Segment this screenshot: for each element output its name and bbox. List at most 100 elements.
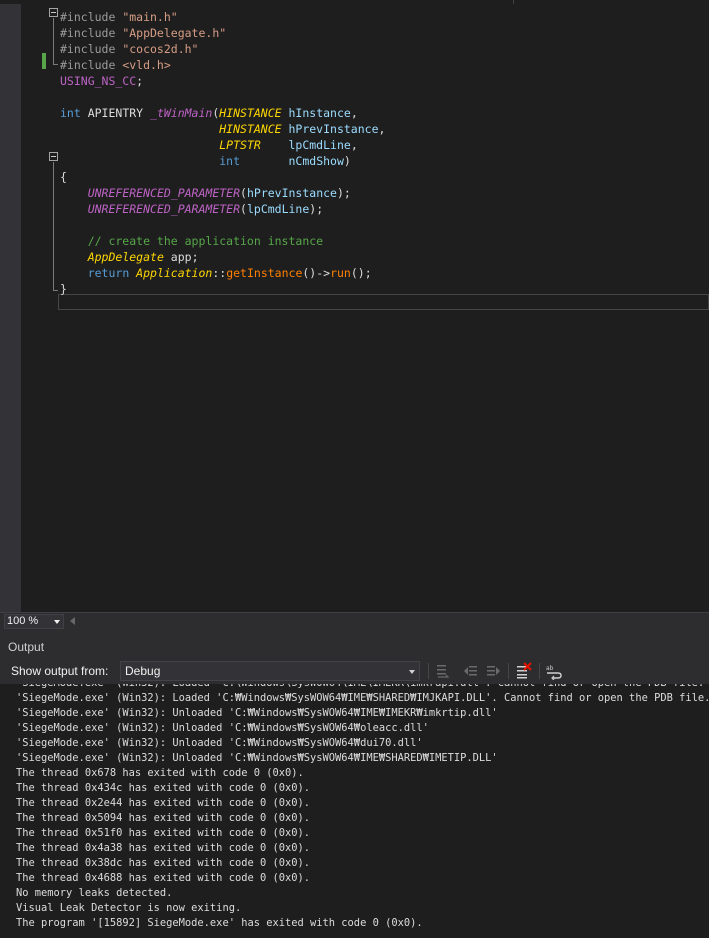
code-line[interactable]: int APIENTRY _tWinMain(HINSTANCE hInstan… xyxy=(60,105,358,121)
code-token: UNREFERENCED_PARAMETER xyxy=(87,186,241,200)
code-token: ) xyxy=(343,154,351,168)
code-line[interactable]: #include "cocos2d.h" xyxy=(60,41,198,57)
clear-all-button[interactable] xyxy=(515,662,533,680)
code-line[interactable]: } xyxy=(60,281,67,297)
chevron-down-icon xyxy=(409,670,415,674)
code-token: UNREFERENCED_PARAMETER xyxy=(87,202,241,216)
svg-text:ab: ab xyxy=(546,665,554,672)
code-line[interactable]: #include "main.h" xyxy=(60,9,178,25)
code-token: // create the application instance xyxy=(60,234,324,248)
code-line[interactable]: int nCmdShow) xyxy=(60,153,351,169)
code-token: APIENTRY xyxy=(87,106,151,120)
clear-all-icon xyxy=(517,662,532,679)
code-token: "cocos2d.h" xyxy=(122,42,199,56)
code-token: , xyxy=(350,138,358,152)
next-message-button[interactable] xyxy=(484,662,502,680)
change-tracking-bar xyxy=(42,53,46,69)
code-token: , xyxy=(378,122,386,136)
toolbar-separator xyxy=(539,663,540,679)
output-line: The thread 0x51f0 has exited with code 0… xyxy=(16,827,311,839)
code-line[interactable]: HINSTANCE hPrevInstance, xyxy=(60,121,385,137)
code-token: AppDelegate xyxy=(87,250,164,264)
toolbar-separator xyxy=(428,663,429,679)
code-token: nCmdShow xyxy=(240,154,344,168)
code-token: , xyxy=(350,106,358,120)
output-line: 'SiegeMode.exe' (Win32): Unloaded 'C:₩Wi… xyxy=(16,722,429,734)
code-line[interactable]: #include "AppDelegate.h" xyxy=(60,25,226,41)
code-token: return xyxy=(87,266,137,280)
code-token: USING_NS_CC xyxy=(60,74,137,88)
code-token: LPTSTR xyxy=(219,138,261,152)
glyph-margin[interactable] xyxy=(0,4,21,612)
output-source-value: Debug xyxy=(125,664,161,678)
output-line: 'SiegeMode.exe' (Win32): Loaded 'C:\Wind… xyxy=(16,684,704,691)
code-line[interactable]: #include <vld.h> xyxy=(60,57,171,73)
output-title: Output xyxy=(8,640,45,654)
code-token: ; xyxy=(136,74,144,88)
code-token: Application xyxy=(136,266,213,280)
fold-end-function xyxy=(53,290,58,291)
fold-end-includes xyxy=(53,64,58,65)
output-title-bar: Output xyxy=(0,637,709,658)
code-token: app; xyxy=(163,250,199,264)
code-token: hPrevInstance xyxy=(246,186,337,200)
toolbar-separator xyxy=(508,663,509,679)
output-toolbar: Show output from: Debug ab xyxy=(0,658,709,684)
word-wrap-icon: ab xyxy=(546,665,562,680)
code-line[interactable]: AppDelegate app; xyxy=(60,249,199,265)
output-line: 'SiegeMode.exe' (Win32): Unloaded 'C:₩Wi… xyxy=(16,707,498,719)
output-line: The thread 0x434c has exited with code 0… xyxy=(16,782,311,794)
code-token: :: xyxy=(212,266,227,280)
code-token: #include xyxy=(60,26,123,40)
output-line: 'SiegeMode.exe' (Win32): Loaded 'C:₩Wind… xyxy=(16,692,709,704)
panel-splitter[interactable] xyxy=(0,630,709,637)
output-line: The thread 0x2e44 has exited with code 0… xyxy=(16,797,311,809)
code-token: (); xyxy=(350,266,372,280)
code-token: } xyxy=(60,282,67,296)
output-source-select[interactable]: Debug xyxy=(120,661,420,681)
code-token: hInstance xyxy=(281,106,351,120)
output-line: The thread 0x4688 has exited with code 0… xyxy=(16,872,311,884)
code-token: ( xyxy=(240,186,247,200)
horizontal-scrollbar[interactable] xyxy=(80,617,700,626)
code-line[interactable]: // create the application instance xyxy=(60,233,323,249)
code-token: "AppDelegate.h" xyxy=(122,26,227,40)
code-line[interactable]: return Application::getInstance()->run()… xyxy=(60,265,372,281)
output-line: No memory leaks detected. xyxy=(16,887,173,899)
code-line[interactable]: LPTSTR lpCmdLine, xyxy=(60,137,358,153)
previous-message-button[interactable] xyxy=(462,662,480,680)
code-token: run xyxy=(330,266,351,280)
code-token: ); xyxy=(309,202,324,216)
find-message-icon xyxy=(437,665,450,678)
code-token: _tWinMain xyxy=(150,106,213,120)
code-token: int xyxy=(219,154,241,168)
code-token: hPrevInstance xyxy=(281,122,379,136)
zoom-level-combo[interactable]: 100 % xyxy=(4,614,64,629)
code-line[interactable]: { xyxy=(60,169,67,185)
zoom-level-value: 100 % xyxy=(7,615,39,627)
scroll-left-icon[interactable] xyxy=(70,617,75,625)
fold-guide-includes xyxy=(53,18,54,64)
toggle-word-wrap-button[interactable]: ab xyxy=(545,662,563,680)
output-text-area[interactable]: 'SiegeMode.exe' (Win32): Loaded 'C:\Wind… xyxy=(0,684,709,938)
collapse-function-icon[interactable] xyxy=(49,152,58,161)
code-line[interactable]: UNREFERENCED_PARAMETER(lpCmdLine); xyxy=(60,201,323,217)
current-line-highlight xyxy=(58,294,709,310)
code-token: "main.h" xyxy=(122,10,178,24)
code-token: lpCmdLine xyxy=(246,202,310,216)
find-message-button[interactable] xyxy=(434,662,452,680)
code-line[interactable]: USING_NS_CC; xyxy=(60,73,143,89)
code-line[interactable]: UNREFERENCED_PARAMETER(hPrevInstance); xyxy=(60,185,351,201)
output-line: 'SiegeMode.exe' (Win32): Unloaded 'C:₩Wi… xyxy=(16,752,498,764)
output-line: The thread 0x4a38 has exited with code 0… xyxy=(16,842,311,854)
code-token: ); xyxy=(336,186,351,200)
collapse-includes-icon[interactable] xyxy=(49,8,58,17)
code-editor[interactable]: #include "main.h" #include "AppDelegate.h… xyxy=(0,4,709,612)
code-token: getInstance xyxy=(226,266,303,280)
